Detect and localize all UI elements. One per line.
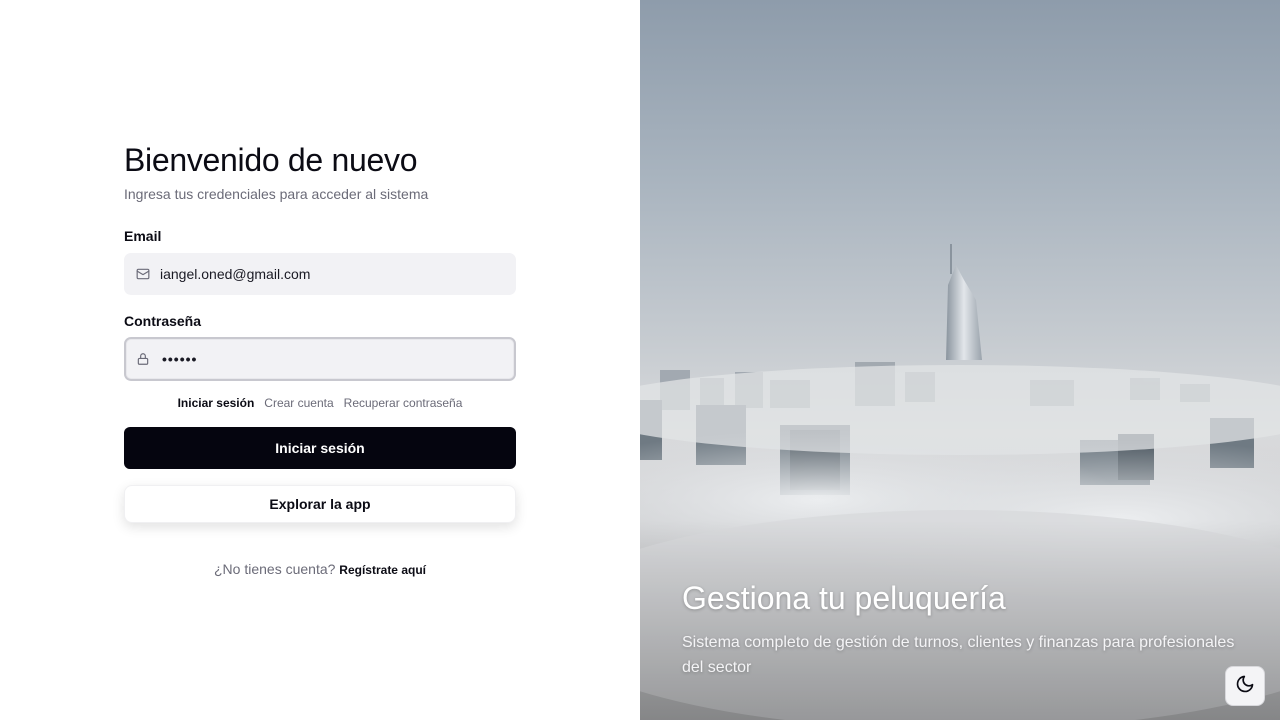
register-prompt: ¿No tienes cuenta? Regístrate aquí [124, 561, 516, 577]
lock-icon [136, 352, 150, 366]
login-form: Bienvenido de nuevo Ingresa tus credenci… [124, 140, 516, 577]
email-field-wrapper [124, 253, 516, 295]
hero-description: Sistema completo de gestión de turnos, c… [682, 634, 1235, 676]
tab-create-account[interactable]: Crear cuenta [264, 395, 333, 411]
hero-text: Gestiona tu peluquería Sistema completo … [682, 578, 1242, 680]
hero-panel: Gestiona tu peluquería Sistema completo … [640, 0, 1280, 720]
email-label: Email [124, 228, 162, 244]
page-subtitle: Ingresa tus credenciales para acceder al… [124, 186, 429, 202]
login-panel: Bienvenido de nuevo Ingresa tus credenci… [0, 0, 640, 720]
hero-title: Gestiona tu peluquería [682, 580, 1006, 616]
tab-login[interactable]: Iniciar sesión [178, 395, 255, 411]
password-field[interactable] [162, 351, 514, 367]
password-label: Contraseña [124, 313, 202, 329]
register-link[interactable]: Regístrate aquí [339, 563, 426, 577]
theme-toggle-button[interactable] [1225, 666, 1265, 706]
password-field-wrapper [124, 337, 516, 381]
mail-icon [136, 267, 150, 281]
explore-app-button[interactable]: Explorar la app [124, 485, 516, 523]
tab-recover-password[interactable]: Recuperar contraseña [344, 395, 463, 411]
auth-tabs: Iniciar sesión Crear cuenta Recuperar co… [124, 395, 516, 411]
register-prompt-text: ¿No tienes cuenta? [214, 561, 336, 577]
moon-icon [1235, 674, 1255, 699]
login-button[interactable]: Iniciar sesión [124, 427, 516, 469]
page-title: Bienvenido de nuevo [124, 142, 418, 178]
email-field[interactable] [160, 266, 516, 282]
